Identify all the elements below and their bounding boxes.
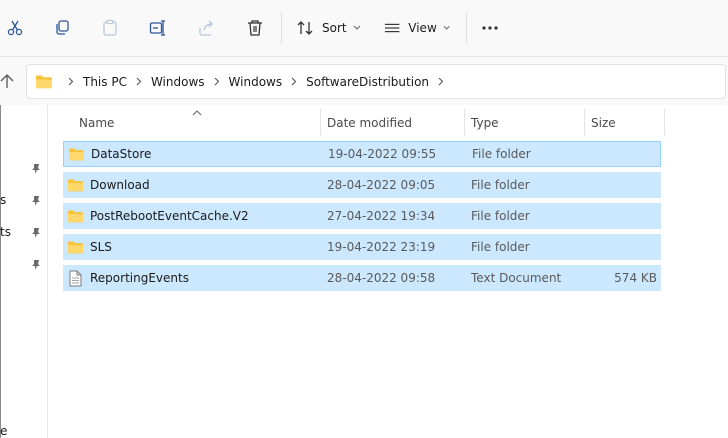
column-divider[interactable] bbox=[664, 109, 665, 135]
column-divider[interactable] bbox=[584, 109, 585, 135]
file-name-cell: ReportingEvents bbox=[67, 265, 189, 291]
file-name-cell: SLS bbox=[67, 234, 112, 260]
file-date: 28-04-2022 09:05 bbox=[327, 178, 436, 192]
file-name: Download bbox=[90, 178, 150, 192]
file-name-cell: Download bbox=[67, 172, 150, 198]
sort-label: Sort bbox=[322, 21, 347, 35]
copy-icon bbox=[56, 20, 69, 35]
nav-item-fragment[interactable]: ts bbox=[0, 225, 11, 239]
command-bar: Sort View bbox=[0, 0, 728, 57]
breadcrumb-windows-drive[interactable]: Windows bbox=[151, 75, 205, 89]
file-row[interactable]: ReportingEvents 28-04-2022 09:58 Text Do… bbox=[63, 265, 661, 291]
breadcrumb-separator-icon[interactable] bbox=[59, 77, 83, 86]
breadcrumb-windows-folder[interactable]: Windows bbox=[229, 75, 283, 89]
file-name-cell: DataStore bbox=[68, 142, 151, 166]
window-edge bbox=[0, 105, 1, 438]
folder-icon bbox=[68, 179, 83, 192]
view-label: View bbox=[408, 21, 437, 35]
breadcrumb-this-pc[interactable]: This PC bbox=[83, 75, 127, 89]
folder-icon bbox=[36, 75, 52, 89]
view-button[interactable]: View bbox=[384, 12, 450, 44]
address-row: This PC Windows Windows SoftwareDistribu… bbox=[0, 57, 728, 105]
view-icon bbox=[384, 23, 400, 33]
more-options-button[interactable] bbox=[478, 12, 502, 44]
file-name: ReportingEvents bbox=[90, 271, 189, 285]
folder-icon bbox=[69, 148, 84, 161]
more-icon bbox=[482, 26, 498, 30]
nav-item-fragment[interactable]: s bbox=[0, 193, 6, 207]
text-document-icon bbox=[69, 270, 82, 286]
share-button[interactable] bbox=[194, 12, 220, 44]
file-size: 574 KB bbox=[614, 271, 657, 285]
column-divider[interactable] bbox=[320, 109, 321, 135]
file-type: File folder bbox=[471, 178, 530, 192]
sort-ascending-icon bbox=[192, 110, 202, 116]
file-date: 28-04-2022 09:58 bbox=[327, 271, 436, 285]
breadcrumb-separator-icon[interactable] bbox=[282, 77, 306, 86]
paste-button[interactable] bbox=[97, 12, 123, 44]
rename-icon bbox=[149, 20, 165, 36]
share-icon bbox=[199, 20, 213, 36]
pin-icon[interactable] bbox=[30, 227, 42, 239]
file-date: 19-04-2022 09:55 bbox=[328, 147, 437, 161]
file-type: File folder bbox=[472, 147, 531, 161]
toolbar-divider bbox=[281, 12, 282, 44]
cut-icon bbox=[7, 20, 23, 36]
chevron-down-icon bbox=[443, 25, 450, 30]
file-type: File folder bbox=[471, 209, 530, 223]
breadcrumb-separator-icon[interactable] bbox=[429, 77, 453, 86]
folder-icon bbox=[68, 210, 83, 223]
cut-button[interactable] bbox=[2, 12, 28, 44]
up-arrow-icon[interactable] bbox=[0, 73, 14, 89]
file-type: File folder bbox=[471, 240, 530, 254]
column-divider[interactable] bbox=[464, 109, 465, 135]
pin-icon[interactable] bbox=[30, 163, 42, 175]
navigation-pane: s ts bbox=[0, 105, 48, 438]
file-row[interactable]: DataStore 19-04-2022 09:55 File folder bbox=[63, 141, 661, 167]
pin-icon[interactable] bbox=[30, 259, 42, 271]
copy-button[interactable] bbox=[49, 12, 75, 44]
chevron-down-icon bbox=[353, 25, 360, 30]
sort-button[interactable]: Sort bbox=[296, 12, 362, 44]
column-header-size[interactable]: Size bbox=[591, 109, 616, 137]
address-bar[interactable]: This PC Windows Windows SoftwareDistribu… bbox=[26, 64, 726, 99]
file-name-cell: PostRebootEventCache.V2 bbox=[67, 203, 249, 229]
nav-item-fragment[interactable]: e bbox=[0, 424, 7, 438]
column-header-type[interactable]: Type bbox=[471, 109, 499, 137]
file-date: 27-04-2022 19:34 bbox=[327, 209, 436, 223]
delete-button[interactable] bbox=[242, 12, 268, 44]
sort-icon bbox=[297, 21, 313, 35]
pin-icon[interactable] bbox=[30, 195, 42, 207]
file-type: Text Document bbox=[471, 271, 562, 285]
toolbar-divider bbox=[466, 12, 467, 44]
file-row[interactable]: Download 28-04-2022 09:05 File folder bbox=[63, 172, 661, 198]
delete-icon bbox=[248, 20, 262, 36]
paste-icon bbox=[103, 19, 117, 36]
folder-icon bbox=[68, 241, 83, 254]
file-name: DataStore bbox=[91, 147, 152, 161]
column-header-date-modified[interactable]: Date modified bbox=[327, 109, 412, 137]
breadcrumb-softwaredistribution[interactable]: SoftwareDistribution bbox=[306, 75, 429, 89]
file-row[interactable]: PostRebootEventCache.V2 27-04-2022 19:34… bbox=[63, 203, 661, 229]
file-row[interactable]: SLS 19-04-2022 23:19 File folder bbox=[63, 234, 661, 260]
file-name: SLS bbox=[90, 240, 112, 254]
column-header-name[interactable]: Name bbox=[79, 109, 114, 137]
file-date: 19-04-2022 23:19 bbox=[327, 240, 436, 254]
rename-button[interactable] bbox=[145, 12, 171, 44]
file-name: PostRebootEventCache.V2 bbox=[90, 209, 249, 223]
breadcrumb-separator-icon[interactable] bbox=[205, 77, 229, 86]
breadcrumb-separator-icon[interactable] bbox=[127, 77, 151, 86]
